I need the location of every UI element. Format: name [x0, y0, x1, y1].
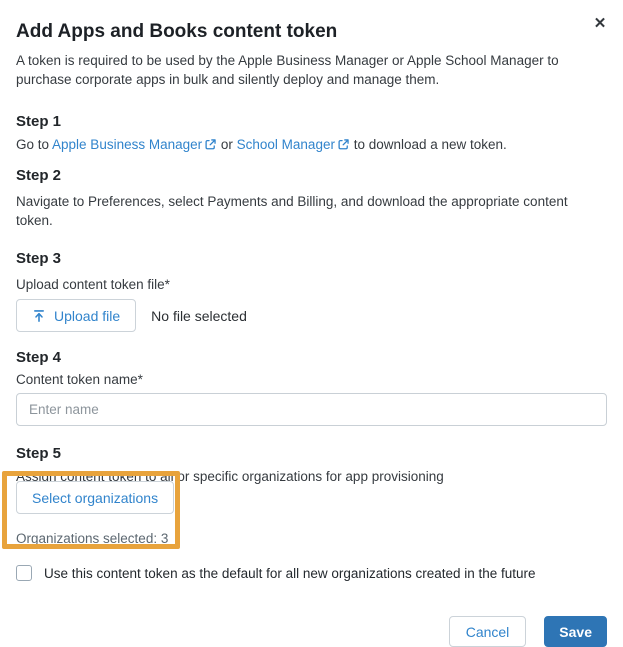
step-3-heading: Step 3 [16, 250, 62, 267]
step-5-actions: Select organizations Organizations selec… [2, 471, 607, 549]
select-organizations-button[interactable]: Select organizations [16, 481, 175, 514]
dialog-title: Add Apps and Books content token [16, 21, 338, 42]
school-manager-link-label: School Manager [236, 137, 335, 152]
step-2-text: Navigate to Preferences, select Payments… [16, 194, 568, 228]
apple-business-manager-link-label: Apple Business Manager [52, 137, 203, 152]
upload-icon [34, 309, 44, 322]
step-1-text-prefix: Go to [16, 137, 53, 152]
organizations-selected-text: Organizations selected: 3 [16, 531, 169, 546]
external-link-icon [338, 139, 349, 150]
step-1-text: Go to Apple Business Manager or School M… [16, 135, 607, 154]
upload-file-button-label: Upload file [54, 307, 121, 324]
upload-file-label: Upload content token file* [16, 277, 170, 292]
step-5-heading: Step 5 [16, 445, 62, 462]
dialog-description: A token is required to be used by the Ap… [16, 53, 559, 87]
upload-file-button[interactable]: Upload file [16, 299, 137, 332]
step-1-heading: Step 1 [16, 113, 62, 130]
select-organizations-button-label: Select organizations [32, 489, 159, 506]
default-token-checkbox[interactable] [16, 565, 32, 581]
file-status-text: No file selected [151, 307, 247, 324]
apple-business-manager-link[interactable]: Apple Business Manager [52, 137, 217, 152]
step-2-heading: Step 2 [16, 167, 62, 184]
step-4-section: Step 4 Content token name* [16, 349, 607, 426]
upload-row: Upload file No file selected [16, 299, 607, 332]
default-token-checkbox-row: Use this content token as the default fo… [16, 565, 607, 581]
token-name-label: Content token name* [16, 372, 143, 387]
close-icon[interactable]: ✕ [590, 14, 610, 34]
step-2-section: Step 2 Navigate to Preferences, select P… [16, 167, 607, 230]
add-content-token-dialog: ✕ Add Apps and Books content token A tok… [0, 0, 623, 647]
dialog-footer: Cancel Save [16, 616, 607, 647]
step-1-text-middle: or [217, 137, 237, 152]
step-5-section: Step 5 Assign content token to all or sp… [2, 445, 607, 549]
cancel-button[interactable]: Cancel [448, 616, 527, 647]
external-link-icon [205, 139, 216, 150]
step-3-section: Step 3 Upload content token file* Upload… [16, 250, 607, 332]
step-1-text-suffix: to download a new token. [349, 137, 507, 152]
school-manager-link[interactable]: School Manager [237, 137, 350, 152]
step-1-section: Step 1 Go to Apple Business Manager or S… [16, 113, 607, 154]
save-button[interactable]: Save [544, 616, 607, 647]
token-name-input[interactable] [16, 393, 607, 426]
step-4-heading: Step 4 [16, 349, 62, 366]
default-token-checkbox-label: Use this content token as the default fo… [44, 565, 536, 581]
